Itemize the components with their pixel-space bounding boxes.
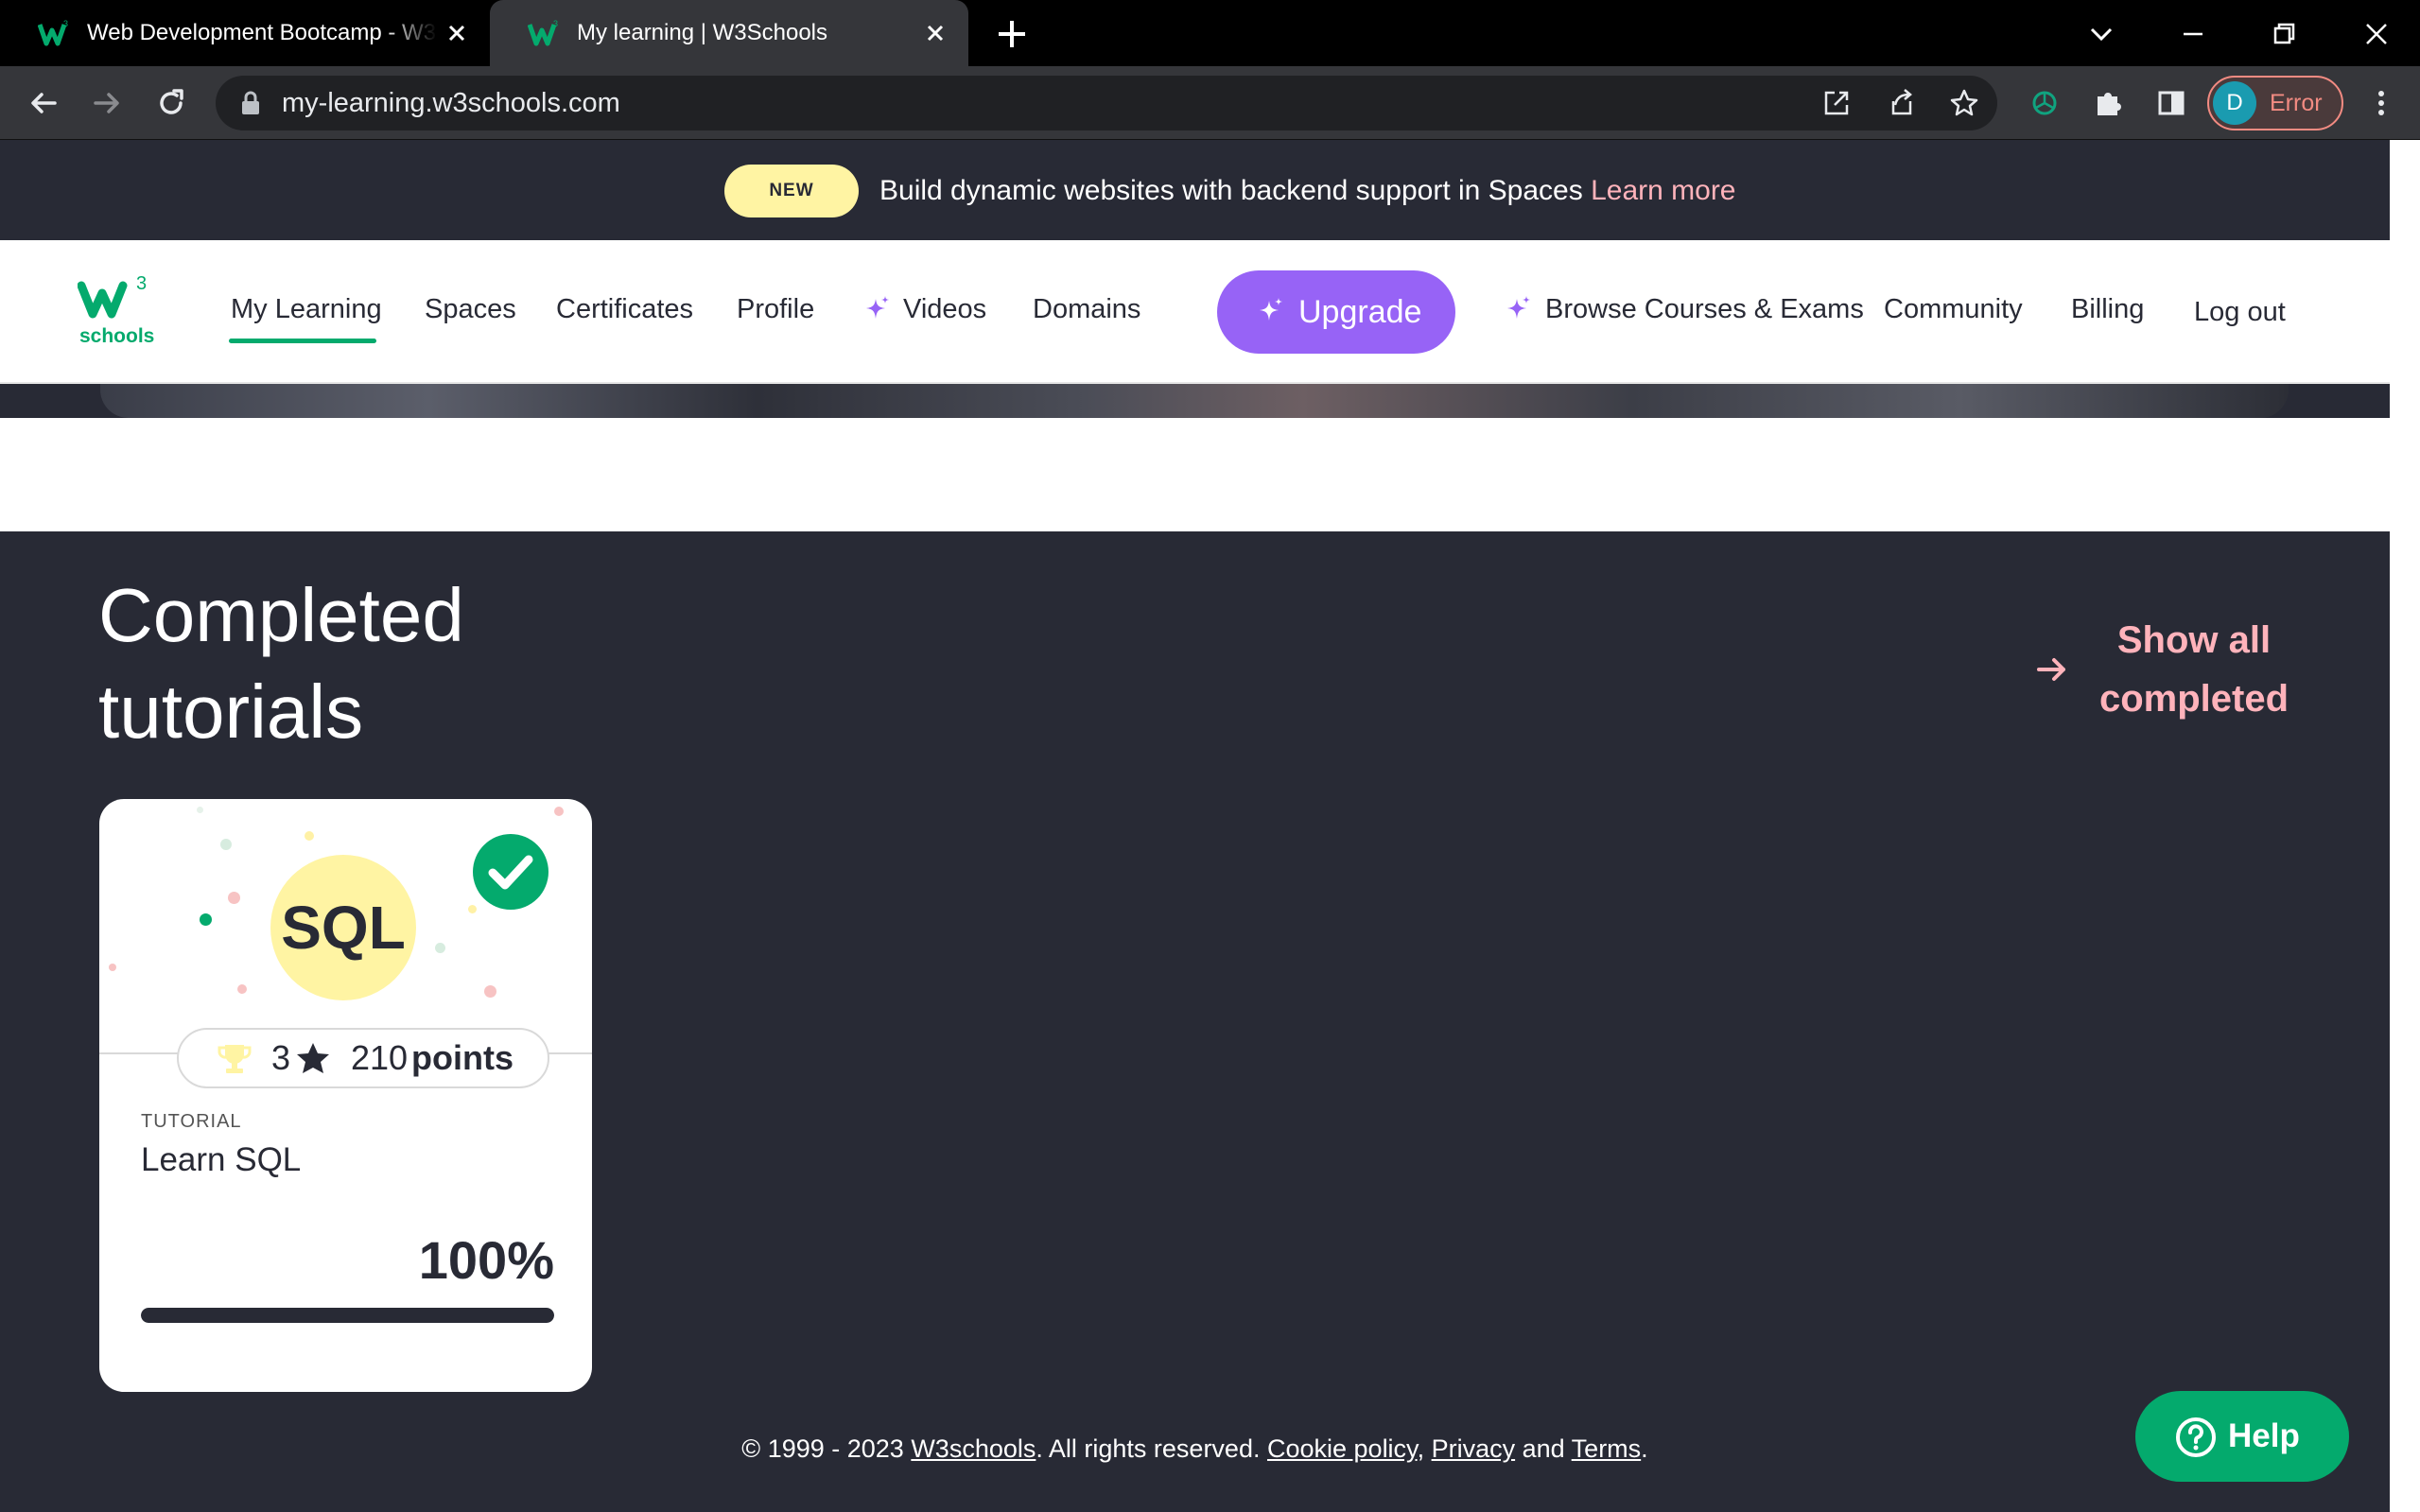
confetti-dot bbox=[435, 943, 445, 953]
copyright-text: © 1999 - 2023 bbox=[741, 1434, 912, 1463]
extensions-puzzle-icon[interactable] bbox=[2087, 82, 2129, 124]
page-content: NEW Build dynamic websites with backend … bbox=[0, 140, 2390, 1512]
confetti-dot bbox=[484, 985, 496, 998]
side-panel-icon[interactable] bbox=[2150, 82, 2192, 124]
confetti-dot bbox=[197, 807, 203, 813]
show-all-completed-link[interactable]: Show all completed bbox=[2081, 611, 2307, 728]
wave-divider bbox=[0, 461, 2390, 518]
nav-my-learning[interactable]: My Learning bbox=[231, 286, 382, 333]
logo-superscript: 3 bbox=[136, 273, 147, 294]
sparkle-icon bbox=[1260, 298, 1282, 321]
rights-text: . All rights reserved. bbox=[1036, 1434, 1267, 1463]
confetti-dot bbox=[200, 913, 212, 926]
card-title[interactable]: Learn SQL bbox=[141, 1141, 301, 1179]
bookmark-star-icon[interactable] bbox=[1943, 82, 1985, 124]
arrow-right-icon[interactable] bbox=[2033, 651, 2071, 688]
svg-text:3: 3 bbox=[63, 19, 68, 28]
tab-title: Web Development Bootcamp - W3S bbox=[87, 20, 437, 45]
announcement-text: Build dynamic websites with backend supp… bbox=[879, 168, 1736, 214]
active-tab-indicator bbox=[229, 339, 376, 343]
restore-icon[interactable] bbox=[2264, 13, 2306, 55]
open-in-app-icon[interactable] bbox=[1816, 82, 1857, 124]
nav-community[interactable]: Community bbox=[1884, 286, 2023, 333]
confetti-dot bbox=[554, 807, 564, 816]
w3schools-link[interactable]: W3schools bbox=[911, 1434, 1036, 1463]
show-all-line1[interactable]: Show all bbox=[2081, 611, 2307, 669]
terms-link[interactable]: Terms bbox=[1572, 1434, 1642, 1463]
w3schools-favicon-icon: 3 bbox=[528, 19, 558, 46]
confetti-dot bbox=[228, 892, 240, 904]
star-icon bbox=[297, 1043, 329, 1073]
sparkle-icon bbox=[866, 296, 889, 319]
footer-separator: , bbox=[1417, 1434, 1432, 1463]
nav-domains[interactable]: Domains bbox=[1033, 286, 1140, 333]
logo-text: schools bbox=[79, 325, 154, 346]
points-value: 210 bbox=[351, 1038, 409, 1077]
section-title-line1: Completed bbox=[98, 573, 464, 657]
page-scrollbar[interactable] bbox=[2390, 140, 2420, 1512]
footer: © 1999 - 2023 W3schools. All rights rese… bbox=[0, 1430, 2390, 1468]
avatar[interactable]: D bbox=[2213, 81, 2256, 125]
card-type-label: TUTORIAL bbox=[141, 1111, 242, 1132]
more-options-icon[interactable] bbox=[2360, 82, 2402, 124]
w3schools-logo[interactable]: 3 schools bbox=[78, 270, 163, 346]
lock-icon[interactable] bbox=[240, 91, 261, 115]
progress-bar-fill bbox=[141, 1308, 554, 1323]
url-text[interactable]: my-learning.w3schools.com bbox=[282, 83, 620, 123]
nav-browse-courses-exams[interactable]: Browse Courses & Exams bbox=[1545, 286, 1864, 333]
w3schools-favicon-icon: 3 bbox=[38, 19, 68, 46]
announcement-message: Build dynamic websites with backend supp… bbox=[879, 175, 1592, 206]
section-title-line2: tutorials bbox=[98, 669, 364, 754]
confetti-dot bbox=[109, 964, 116, 971]
hero-image-bottom-edge bbox=[100, 384, 2289, 418]
show-all-line2[interactable]: completed bbox=[2081, 669, 2307, 728]
announcement-bar: NEW Build dynamic websites with backend … bbox=[0, 140, 2390, 240]
stars-count: 3 bbox=[271, 1038, 291, 1077]
nav-certificates[interactable]: Certificates bbox=[556, 286, 693, 333]
question-circle-icon[interactable] bbox=[2175, 1416, 2217, 1458]
section-title: Completed tutorials bbox=[98, 567, 666, 760]
tab-title: My learning | W3Schools bbox=[577, 20, 828, 45]
nav-spaces[interactable]: Spaces bbox=[425, 286, 516, 333]
progress-percent: 100% bbox=[418, 1230, 554, 1290]
back-arrow-icon[interactable] bbox=[23, 82, 64, 124]
nav-profile[interactable]: Profile bbox=[737, 286, 814, 333]
progress-bar bbox=[141, 1308, 554, 1323]
tutorial-card[interactable]: SQL 3 210 points TUTORIAL Learn SQL 100% bbox=[99, 799, 592, 1392]
profile-status[interactable]: Error bbox=[2270, 83, 2323, 123]
browser-tab-my-learning[interactable]: 3 My learning | W3Schools bbox=[490, 0, 968, 66]
minimize-icon[interactable] bbox=[2172, 13, 2214, 55]
help-label[interactable]: Help bbox=[2228, 1411, 2300, 1462]
top-navbar: 3 schools My Learning Spaces Certificate… bbox=[0, 240, 2390, 384]
confetti-dot bbox=[305, 831, 314, 841]
nav-videos[interactable]: Videos bbox=[903, 286, 986, 333]
footer-and: and bbox=[1515, 1434, 1572, 1463]
privacy-link[interactable]: Privacy bbox=[1432, 1434, 1516, 1463]
confetti-dot bbox=[237, 984, 247, 994]
close-window-icon[interactable] bbox=[2356, 13, 2397, 55]
tab-search-chevron-icon[interactable] bbox=[2081, 13, 2122, 55]
new-tab-plus-icon[interactable] bbox=[993, 15, 1031, 53]
completed-check-icon bbox=[473, 834, 548, 910]
browser-tab-bootcamp[interactable]: 3 Web Development Bootcamp - W3S bbox=[0, 0, 490, 66]
reload-icon[interactable] bbox=[150, 82, 192, 124]
nav-log-out[interactable]: Log out bbox=[2194, 288, 2286, 336]
learn-more-link[interactable]: Learn more bbox=[1591, 175, 1735, 206]
new-badge: NEW bbox=[724, 165, 859, 217]
footer-period: . bbox=[1641, 1434, 1648, 1463]
tutorial-badge-label: SQL bbox=[281, 894, 406, 962]
confetti-dot bbox=[220, 839, 232, 850]
nav-billing[interactable]: Billing bbox=[2071, 286, 2144, 333]
trophy-icon bbox=[218, 1045, 252, 1073]
sparkle-icon bbox=[1507, 296, 1530, 319]
points-label: points bbox=[411, 1038, 514, 1077]
close-tab-icon[interactable] bbox=[921, 19, 949, 47]
cookie-policy-link[interactable]: Cookie policy bbox=[1267, 1434, 1418, 1463]
share-icon[interactable] bbox=[1880, 82, 1922, 124]
close-tab-icon[interactable] bbox=[443, 19, 471, 47]
chatgpt-extension-icon[interactable] bbox=[2024, 82, 2065, 124]
forward-arrow-icon[interactable] bbox=[86, 82, 128, 124]
upgrade-label[interactable]: Upgrade bbox=[1298, 287, 1421, 337]
svg-text:3: 3 bbox=[553, 19, 558, 28]
